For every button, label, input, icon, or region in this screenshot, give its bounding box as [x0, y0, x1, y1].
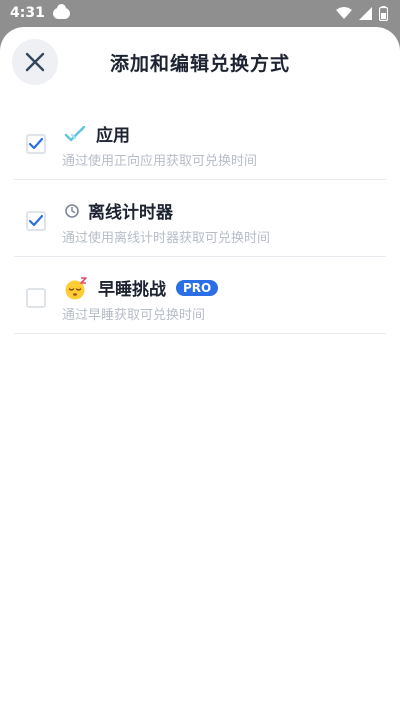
option-early-sleep-checkbox[interactable] [26, 288, 46, 308]
wifi-icon [336, 7, 352, 19]
option-offline-timer-description: 通过使用离线计时器获取可兑换时间 [62, 231, 271, 246]
double-check-icon [64, 125, 86, 141]
status-left: 4:31 [10, 3, 70, 21]
option-apps-checkbox[interactable] [26, 134, 46, 154]
bottom-sheet: 添加和编辑兑换方式 应用 通过使用正向应用获取可兑换时间 离线计时器 通过使用离… [0, 27, 400, 711]
signal-icon [359, 6, 372, 20]
option-offline-timer[interactable]: 离线计时器 通过使用离线计时器获取可兑换时间 [14, 180, 386, 257]
check-icon [28, 137, 44, 150]
option-apps[interactable]: 应用 通过使用正向应用获取可兑换时间 [14, 103, 386, 180]
option-early-sleep[interactable]: 早睡挑战 PRO 通过早睡获取可兑换时间 [14, 257, 386, 334]
option-early-sleep-title-row: 早睡挑战 PRO [64, 275, 219, 300]
cloud-icon [52, 3, 70, 19]
status-right [336, 5, 388, 21]
option-apps-title-row: 应用 [64, 121, 130, 146]
sleeping-face-icon [65, 276, 87, 299]
battery-icon [379, 5, 388, 21]
option-apps-title: 应用 [96, 126, 130, 146]
status-bar: 4:31 [0, 0, 400, 26]
status-time: 4:31 [10, 5, 45, 21]
option-offline-timer-checkbox[interactable] [26, 211, 46, 231]
option-early-sleep-title: 早睡挑战 [98, 280, 166, 300]
option-offline-timer-title-row: 离线计时器 [64, 198, 173, 223]
sheet-title: 添加和编辑兑换方式 [109, 53, 290, 75]
check-icon [28, 214, 44, 227]
sheet-header: 添加和编辑兑换方式 [0, 27, 400, 99]
timer-icon [65, 203, 79, 218]
option-offline-timer-title: 离线计时器 [88, 203, 173, 223]
pro-badge: PRO [176, 279, 219, 296]
option-apps-description: 通过使用正向应用获取可兑换时间 [62, 154, 258, 169]
option-early-sleep-description: 通过早睡获取可兑换时间 [62, 308, 206, 323]
option-list: 应用 通过使用正向应用获取可兑换时间 离线计时器 通过使用离线计时器获取可兑换时… [0, 103, 400, 334]
